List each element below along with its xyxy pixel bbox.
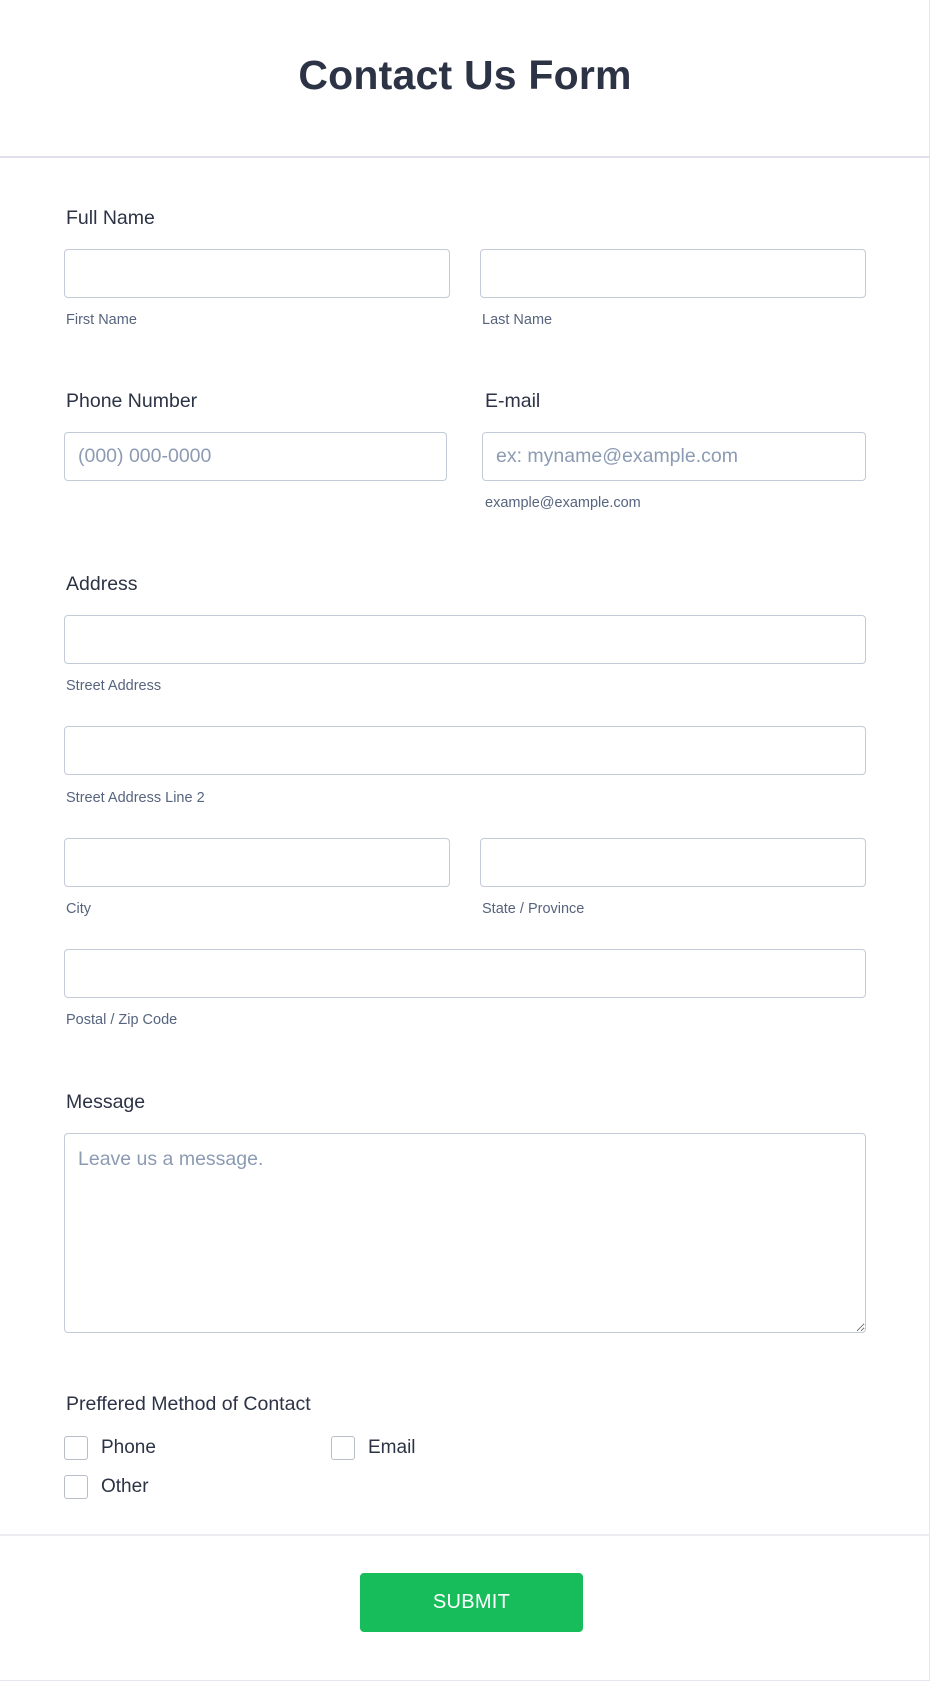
email-checkbox-label[interactable]: Email xyxy=(368,1437,416,1459)
state-province-sublabel: State / Province xyxy=(482,901,585,917)
first-name-sublabel: First Name xyxy=(66,312,137,328)
contact-method-label: Preffered Method of Contact xyxy=(66,1393,311,1415)
phone-input[interactable] xyxy=(64,432,447,481)
city-input[interactable] xyxy=(64,838,450,887)
header-divider xyxy=(0,156,930,158)
first-name-input[interactable] xyxy=(64,249,450,298)
full-name-label: Full Name xyxy=(66,207,155,229)
email-checkbox[interactable] xyxy=(331,1436,355,1460)
street-address-line2-input[interactable] xyxy=(64,726,866,775)
phone-checkbox[interactable] xyxy=(64,1436,88,1460)
postal-code-sublabel: Postal / Zip Code xyxy=(66,1012,178,1028)
message-textarea[interactable] xyxy=(64,1133,866,1333)
address-label: Address xyxy=(66,573,138,595)
postal-code-input[interactable] xyxy=(64,949,866,998)
phone-checkbox-label[interactable]: Phone xyxy=(101,1437,156,1459)
email-sublabel: example@example.com xyxy=(485,495,641,511)
phone-label: Phone Number xyxy=(66,390,198,412)
message-label: Message xyxy=(66,1091,146,1113)
submit-button[interactable]: SUBMIT xyxy=(360,1573,583,1632)
other-checkbox[interactable] xyxy=(64,1475,88,1499)
city-sublabel: City xyxy=(66,901,91,917)
page-title: Contact Us Form xyxy=(298,52,632,98)
email-input[interactable] xyxy=(482,432,866,481)
other-checkbox-label[interactable]: Other xyxy=(101,1476,149,1498)
last-name-sublabel: Last Name xyxy=(482,312,553,328)
footer-divider xyxy=(0,1534,930,1536)
street-address-line2-sublabel: Street Address Line 2 xyxy=(66,790,205,806)
street-address-sublabel: Street Address xyxy=(66,678,162,694)
state-province-input[interactable] xyxy=(480,838,866,887)
contact-form-page: Contact Us Form Full Name First Name Las… xyxy=(0,0,930,1681)
last-name-input[interactable] xyxy=(480,249,866,298)
street-address-input[interactable] xyxy=(64,615,866,664)
email-label: E-mail xyxy=(485,390,541,412)
